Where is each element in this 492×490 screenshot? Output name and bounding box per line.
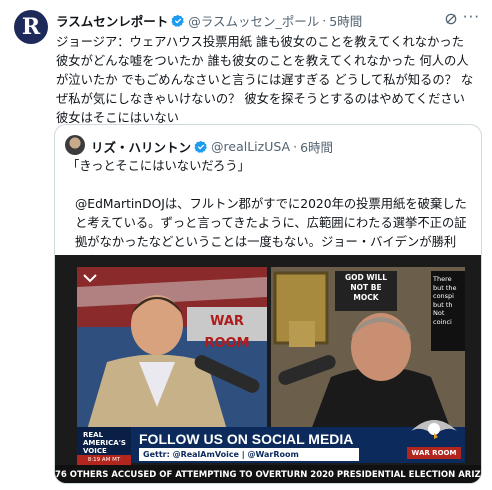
- quoted-text-line-1: 「きっとそこにはいないだろう」: [67, 159, 250, 173]
- collapse-chevron-icon[interactable]: [83, 273, 97, 283]
- video-right-panel: GOD WILL NOT BE MOCK There but the consp…: [271, 267, 465, 430]
- right-side-text: There but the conspi but th Not coinci: [433, 275, 457, 326]
- video-thumbnail[interactable]: WAR ROOM GOD WILL NOT BE MOCK There but …: [55, 255, 481, 483]
- warroom-logo: WAR ROOM: [407, 413, 461, 461]
- more-options-icon[interactable]: ···: [463, 8, 480, 26]
- network-line-2: AMERICA'S: [83, 439, 126, 447]
- right-sign-line-2: NOT BE: [350, 283, 382, 292]
- right-sign: GOD WILL NOT BE MOCK: [335, 273, 397, 303]
- lower-third-banner: REAL AMERICA'S VOICE 8:19 AM MT FOLLOW U…: [77, 420, 465, 465]
- quoted-post-header: リズ・ハリントン @realLizUSA · 6時間: [91, 137, 333, 156]
- news-ticker: 76 OTHERS ACCUSED OF ATTEMPTING TO OVERT…: [55, 465, 481, 483]
- network-line-3: VOICE: [83, 447, 107, 455]
- eagle-icon: [411, 420, 457, 439]
- video-left-panel: WAR ROOM: [77, 267, 267, 430]
- quoted-post-time: 6時間: [300, 140, 334, 155]
- author-avatar[interactable]: R: [14, 10, 48, 44]
- right-sign-line-1: GOD WILL: [345, 273, 387, 282]
- quoted-author-avatar: [65, 135, 85, 155]
- quoted-separator-dot: ·: [293, 139, 298, 154]
- verified-badge-icon: [171, 14, 185, 27]
- left-sign-text: WAR ROOM: [204, 314, 250, 351]
- right-sign-line-3: MOCK: [353, 293, 379, 302]
- banner-title: FOLLOW US ON SOCIAL MEDIA: [139, 431, 354, 447]
- quoted-post-text: 「きっとそこにはいないだろう」 @EdMartinDOJは、フルトン郡がすでに2…: [67, 157, 467, 271]
- banner-subtitle: Gettr: @RealAmVoice | @WarRoom: [139, 448, 359, 461]
- quoted-author-handle: @realLizUSA: [211, 139, 291, 154]
- author-handle[interactable]: @ラスムッセン_ポール: [188, 11, 319, 30]
- clock-text: 8:19 AM MT: [77, 455, 131, 465]
- avatar-letter: R: [21, 14, 41, 40]
- quoted-verified-badge-icon: [194, 140, 207, 153]
- post-time[interactable]: 5時間: [329, 11, 362, 30]
- post-text: ジョージア：ウェアハウス投票用紙 誰も彼女のことを教えてくれなかった 彼女がどん…: [56, 35, 474, 125]
- author-name[interactable]: ラスムセンレポート: [56, 11, 168, 30]
- post-header: ラスムセンレポート @ラスムッセン_ポール · 5時間: [56, 11, 362, 30]
- quoted-author-name: リズ・ハリントン: [91, 140, 192, 155]
- quoted-post-card[interactable]: リズ・ハリントン @realLizUSA · 6時間 「きっとそこにはいないだろ…: [54, 124, 482, 484]
- separator-dot: ·: [322, 13, 327, 28]
- network-line-1: REAL: [83, 431, 104, 439]
- grok-icon[interactable]: [444, 12, 458, 26]
- logo-text: WAR ROOM: [407, 447, 461, 459]
